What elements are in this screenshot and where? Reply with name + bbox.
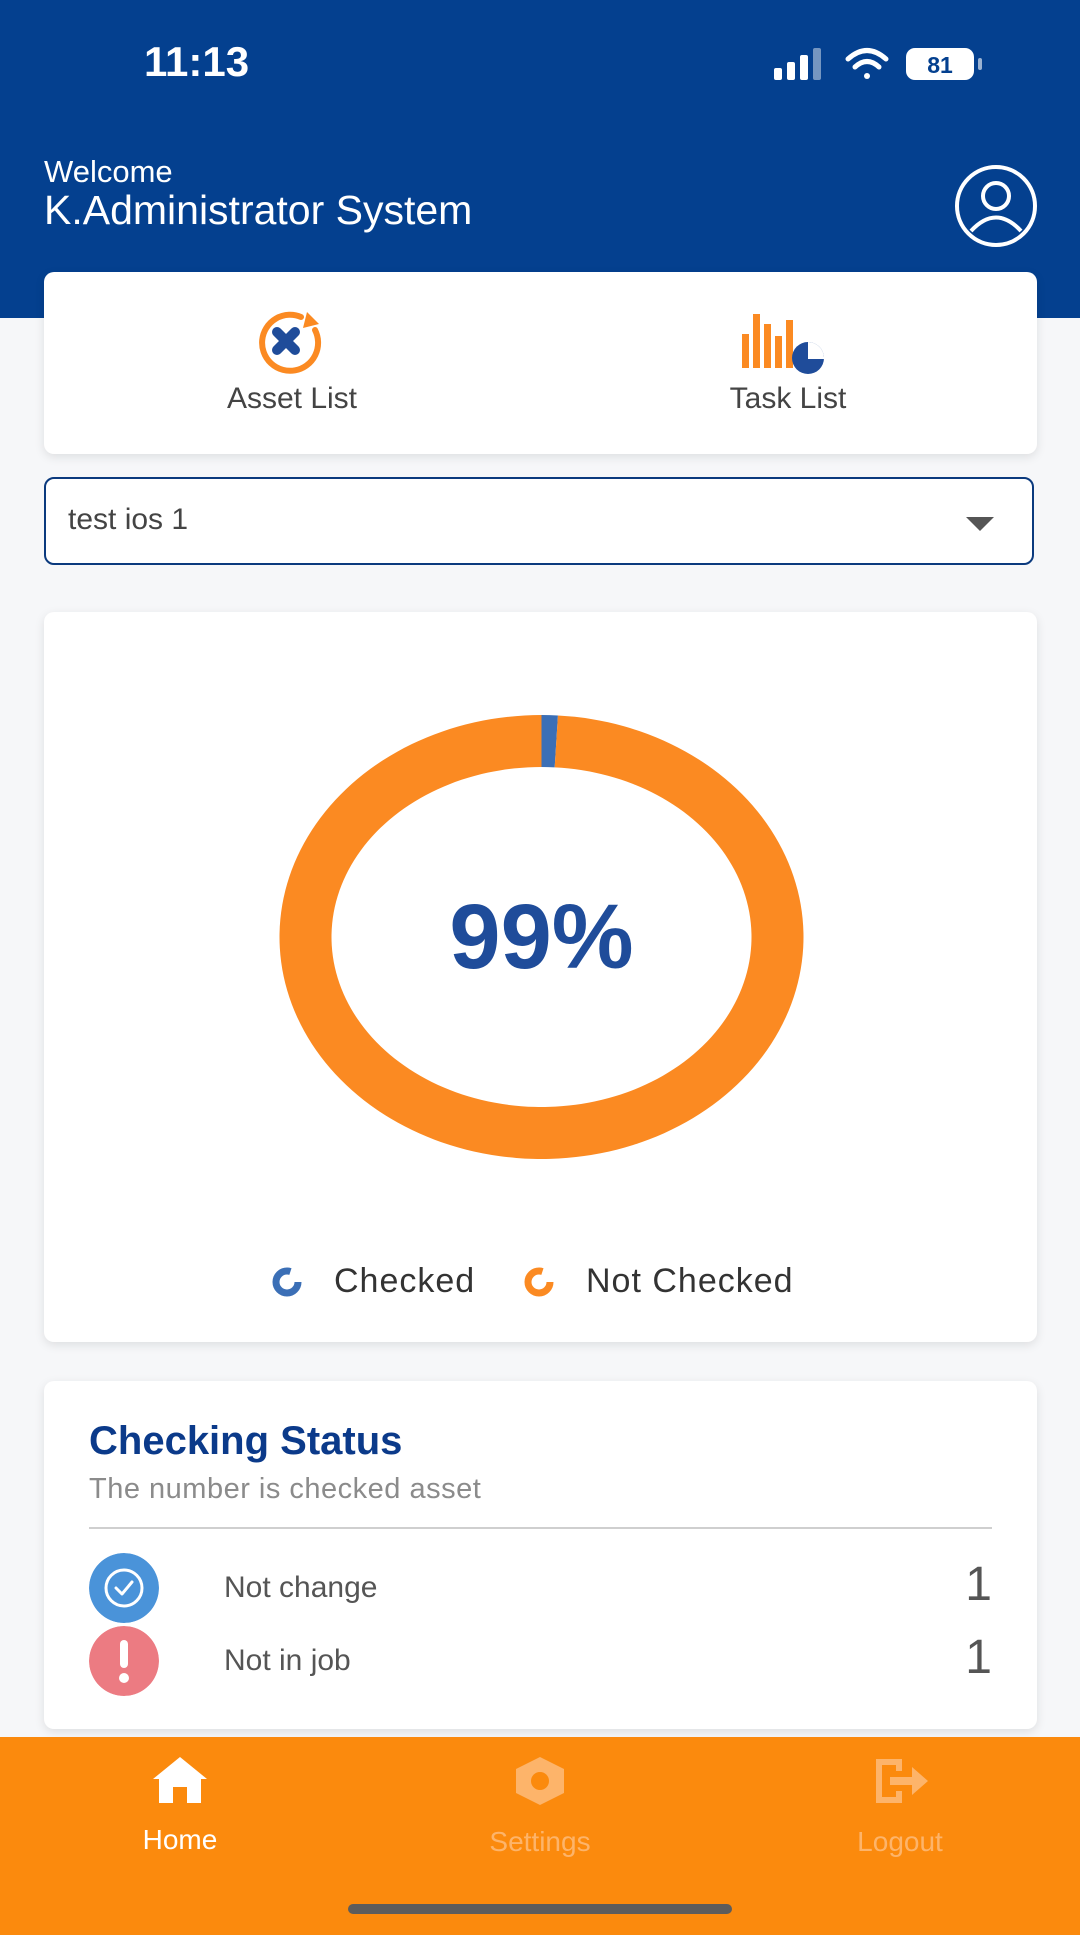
home-indicator bbox=[348, 1904, 732, 1914]
project-select[interactable]: test ios 1 bbox=[44, 477, 1034, 565]
tab-home[interactable]: Home bbox=[60, 1737, 300, 1887]
wifi-icon bbox=[845, 48, 889, 79]
legend-item-checked: Checked bbox=[270, 1262, 475, 1301]
legend-label-not-checked: Not Checked bbox=[586, 1262, 794, 1300]
welcome-label: Welcome bbox=[44, 154, 173, 189]
exclamation-icon bbox=[89, 1626, 159, 1696]
legend-not-checked-icon bbox=[524, 1267, 554, 1296]
signal-icon bbox=[774, 48, 821, 80]
status-label: Not in job bbox=[224, 1644, 351, 1677]
tab-settings-label: Settings bbox=[489, 1826, 591, 1857]
status-count: 1 bbox=[965, 1631, 992, 1684]
checking-status-subtitle: The number is checked asset bbox=[89, 1473, 482, 1505]
asset-list-label: Asset List bbox=[226, 382, 358, 415]
donut-chart: 99% bbox=[249, 687, 834, 1187]
quick-actions-card: Asset List Task List bbox=[44, 272, 1037, 454]
app-header: 11:13 81 Welcome K.Administrator System bbox=[0, 0, 1080, 318]
settings-icon bbox=[516, 1757, 564, 1805]
logout-icon bbox=[876, 1759, 928, 1803]
battery-percent: 81 bbox=[927, 52, 953, 78]
donut-center-label: 99% bbox=[449, 885, 634, 988]
divider bbox=[89, 1527, 992, 1529]
project-select-value: test ios 1 bbox=[68, 503, 189, 536]
tab-logout[interactable]: Logout bbox=[780, 1737, 1020, 1887]
legend-checked-icon bbox=[272, 1267, 302, 1296]
battery-icon: 81 bbox=[906, 48, 982, 80]
task-list-label: Task List bbox=[729, 382, 847, 415]
status-label: Not change bbox=[224, 1571, 378, 1604]
progress-chart-card: 99% Checked Not Checked bbox=[44, 612, 1037, 1342]
status-bar-icons: 81 bbox=[774, 48, 982, 80]
status-row-not-change: Not change 1 bbox=[89, 1553, 992, 1623]
status-row-not-in-job: Not in job 1 bbox=[89, 1626, 992, 1696]
legend-label-checked: Checked bbox=[334, 1262, 476, 1300]
username-label: K.Administrator System bbox=[44, 187, 473, 233]
task-list-button[interactable]: Task List bbox=[540, 272, 1036, 454]
status-time: 11:13 bbox=[144, 38, 250, 85]
tab-home-label: Home bbox=[142, 1824, 218, 1855]
status-count: 1 bbox=[965, 1558, 992, 1611]
check-circle-icon bbox=[89, 1553, 159, 1623]
checking-status-card: Checking Status The number is checked as… bbox=[44, 1381, 1037, 1729]
tab-settings[interactable]: Settings bbox=[420, 1737, 660, 1887]
tab-logout-label: Logout bbox=[857, 1826, 943, 1857]
chart-legend: Checked Not Checked bbox=[44, 1262, 1037, 1322]
asset-list-button[interactable]: Asset List bbox=[44, 272, 540, 454]
profile-icon[interactable] bbox=[954, 164, 1038, 248]
chevron-down-icon bbox=[966, 517, 994, 531]
task-list-icon bbox=[742, 314, 824, 374]
legend-item-not-checked: Not Checked bbox=[522, 1262, 794, 1301]
home-icon bbox=[153, 1757, 207, 1803]
checking-status-title: Checking Status bbox=[89, 1419, 403, 1463]
asset-list-icon bbox=[259, 311, 322, 374]
